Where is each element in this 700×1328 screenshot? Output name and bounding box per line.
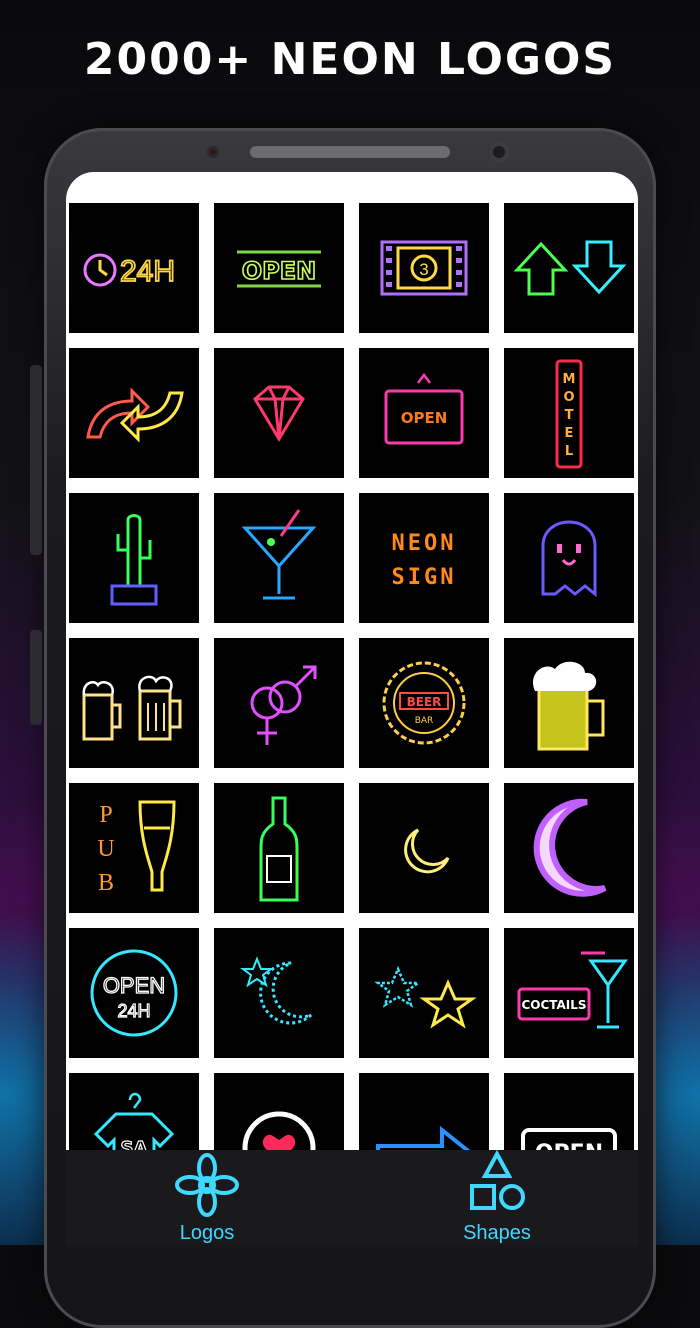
cactus-icon (110, 514, 158, 606)
svg-text:3: 3 (419, 260, 428, 279)
logo-tile-clock-24h[interactable]: 24H (69, 203, 199, 333)
logo-tile-moon-small[interactable] (359, 783, 489, 913)
hanging-open-sign-icon: OPEN (384, 372, 464, 445)
curved-arrows-icon (86, 387, 184, 443)
logo-tile-moon-glow[interactable] (504, 783, 634, 913)
svg-text:O: O (563, 390, 574, 405)
tile-text: B (98, 870, 114, 896)
tile-text: 24H (120, 255, 175, 288)
logo-tile-beer-mugs[interactable] (69, 638, 199, 768)
logo-tile-cocktails[interactable]: COCTAILS (504, 928, 634, 1058)
tile-text: SIGN (392, 565, 457, 590)
tile-text: P (99, 802, 112, 828)
tab-shapes-label: Shapes (463, 1222, 531, 1244)
diamond-icon (253, 385, 305, 442)
flower-icon (175, 1153, 239, 1217)
gender-symbols-icon (250, 665, 317, 745)
crescent-moon-small-icon (404, 828, 450, 874)
open-24h-circle-icon: OPEN 24H (90, 949, 178, 1037)
tile-text: OPEN (103, 973, 165, 998)
motel-sign-icon: M O T E L (555, 359, 583, 469)
promo-headline: 2000+ NEON LOGOS (83, 34, 617, 85)
tile-text: NEON (392, 531, 457, 556)
logo-tile-curved-arrows[interactable] (69, 348, 199, 478)
svg-text:M: M (563, 372, 576, 387)
logo-tile-open-24h[interactable]: OPEN 24H (69, 928, 199, 1058)
pub-glass-icon: P U B (97, 800, 176, 896)
beer-mugs-icon (82, 675, 182, 741)
logo-tile-moon-star[interactable] (214, 928, 344, 1058)
tile-text: U (97, 836, 114, 862)
ghost-icon (541, 520, 597, 598)
crescent-moon-glow-icon (533, 798, 607, 897)
tile-text: COCTAILS (521, 998, 586, 1012)
logo-grid: 24H OPEN 3 OPEN M O T E L NEON SIGN BEER… (69, 203, 634, 1203)
logo-tile-motel[interactable]: M O T E L (504, 348, 634, 478)
phone-camera (488, 141, 510, 163)
tab-logos-label: Logos (179, 1222, 235, 1244)
tile-text: 24H (117, 1001, 150, 1021)
phone-side-button (30, 365, 42, 555)
cocktails-sign-icon: COCTAILS (517, 951, 628, 1029)
tile-text: BEER (407, 695, 442, 709)
phone-side-button (30, 630, 42, 725)
logo-tile-film[interactable]: 3 (359, 203, 489, 333)
svg-text:E: E (565, 426, 574, 441)
logo-tile-diamond[interactable] (214, 348, 344, 478)
logo-tile-open-sign[interactable]: OPEN (214, 203, 344, 333)
tab-shapes[interactable]: Shapes (397, 1150, 597, 1245)
app-screen: 24H OPEN 3 OPEN M O T E L NEON SIGN BEER… (66, 172, 638, 1245)
logo-tile-neon-sign[interactable]: NEON SIGN (359, 493, 489, 623)
beer-mug-icon (533, 661, 605, 751)
neon-sign-text-icon: NEON SIGN (392, 531, 457, 590)
logo-tile-cocktail[interactable] (214, 493, 344, 623)
moon-star-icon (240, 956, 313, 1025)
stars-icon (374, 965, 477, 1029)
tab-logos[interactable]: Logos (107, 1150, 307, 1245)
up-down-arrows-icon (513, 240, 627, 296)
logo-tile-hanging-open[interactable]: OPEN (359, 348, 489, 478)
bottom-tab-bar: Logos Shapes (66, 1150, 638, 1245)
svg-text:L: L (565, 444, 573, 459)
open-sign-icon: OPEN (237, 250, 321, 288)
logo-tile-beer-bar[interactable]: BEER BAR (359, 638, 489, 768)
tile-text: OPEN (242, 257, 316, 285)
logo-tile-ghost[interactable] (504, 493, 634, 623)
svg-text:T: T (565, 408, 574, 423)
logo-tile-arrows[interactable] (504, 203, 634, 333)
logo-tile-stars[interactable] (359, 928, 489, 1058)
logo-tile-beer-mug[interactable] (504, 638, 634, 768)
bottle-icon (259, 796, 299, 902)
tile-text: OPEN (401, 409, 448, 427)
tile-text: BAR (415, 716, 434, 726)
shapes-icon (470, 1150, 525, 1210)
phone-speaker (250, 146, 450, 158)
clock-24h-icon: 24H (83, 253, 176, 289)
logo-tile-pub[interactable]: P U B (69, 783, 199, 913)
logo-tile-cactus[interactable] (69, 493, 199, 623)
logo-tile-bottle[interactable] (214, 783, 344, 913)
logo-tile-gender[interactable] (214, 638, 344, 768)
cocktail-glass-icon (241, 509, 317, 600)
phone-sensor (207, 146, 219, 158)
beer-bar-badge-icon: BEER BAR (382, 661, 466, 745)
film-countdown-icon: 3 (380, 240, 468, 296)
